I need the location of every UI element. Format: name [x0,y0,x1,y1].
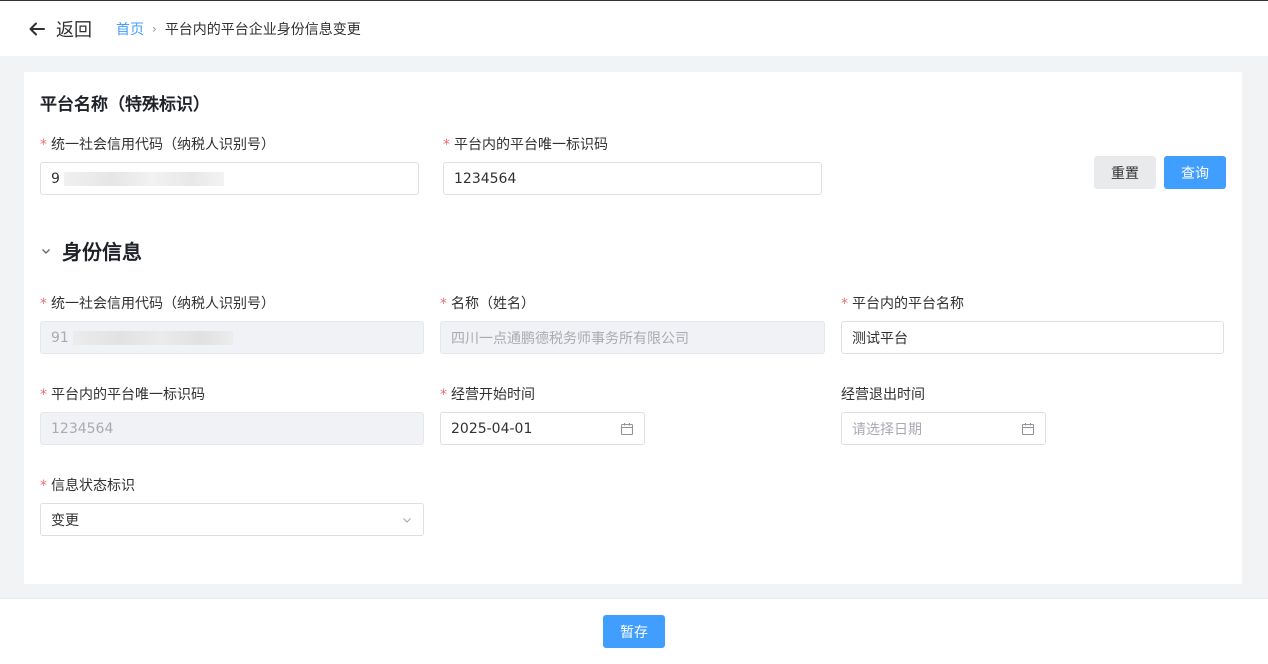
calendar-icon [620,422,634,435]
top-bar: 返回 首页 › 平台内的平台企业身份信息变更 [0,0,1268,56]
identity-platform-id-field: * 平台内的平台唯一标识码 1234564 [40,385,424,445]
main-panel: 平台名称（特殊标识） * 统一社会信用代码（纳税人识别号） 9 * 平台内的平台唯一… [24,72,1242,584]
identity-platform-id-input: 1234564 [40,412,424,445]
breadcrumb: 首页 › 平台内的平台企业身份信息变更 [116,19,361,39]
query-credit-code-label: * 统一社会信用代码（纳税人识别号） [40,137,275,153]
identity-credit-code-label: * 统一社会信用代码（纳税人识别号） [40,296,275,312]
query-credit-code-field: * 统一社会信用代码（纳税人识别号） 9 [40,135,419,195]
redacted-mask [72,330,233,345]
query-section-title: 平台名称（特殊标识） [40,95,210,115]
status-select[interactable]: 变更 [40,503,424,536]
back-button[interactable]: 返回 [28,16,92,42]
query-credit-code-input[interactable]: 9 [40,162,419,195]
save-draft-button[interactable]: 暂存 [603,615,665,648]
identity-name-field: * 名称（姓名） 四川一点通鹏德税务师事务所有限公司 [440,294,825,354]
status-field: * 信息状态标识 变更 [40,476,424,536]
chevron-down-icon [403,517,411,523]
identity-credit-code-input: 91 [40,321,424,354]
identity-platform-name-input[interactable]: 测试平台 [841,321,1224,354]
reset-button[interactable]: 重置 [1094,156,1156,189]
start-date-picker[interactable]: 2025-04-01 [440,412,645,445]
redacted-mask [63,171,224,186]
start-date-label: * 经营开始时间 [440,387,535,403]
query-platform-id-field: * 平台内的平台唯一标识码 1234564 [443,135,822,195]
arrow-left-icon [29,22,45,35]
identity-credit-code-field: * 统一社会信用代码（纳税人识别号） 91 [40,294,424,354]
status-label: * 信息状态标识 [40,478,135,494]
start-date-field: * 经营开始时间 2025-04-01 [440,385,645,445]
back-label: 返回 [56,19,92,41]
chevron-down-icon [42,248,50,254]
calendar-icon [1021,422,1035,435]
exit-date-label: 经营退出时间 [841,387,925,403]
identity-platform-name-label: * 平台内的平台名称 [841,296,964,312]
identity-section-title: 身份信息 [62,240,142,264]
identity-name-input: 四川一点通鹏德税务师事务所有限公司 [440,321,825,354]
exit-date-field: 经营退出时间 请选择日期 [841,385,1046,445]
breadcrumb-separator: › [152,21,157,36]
breadcrumb-home-link[interactable]: 首页 [116,19,144,39]
identity-platform-name-field: * 平台内的平台名称 测试平台 [841,294,1224,354]
footer-bar: 暂存 [0,598,1268,664]
query-platform-id-input[interactable]: 1234564 [443,162,822,195]
query-platform-id-label: * 平台内的平台唯一标识码 [443,137,608,153]
identity-name-label: * 名称（姓名） [440,296,535,312]
identity-platform-id-label: * 平台内的平台唯一标识码 [40,387,205,403]
identity-collapse-header[interactable]: 身份信息 [40,236,142,265]
query-button[interactable]: 查询 [1164,156,1226,189]
exit-date-picker[interactable]: 请选择日期 [841,412,1046,445]
breadcrumb-current: 平台内的平台企业身份信息变更 [164,21,361,38]
